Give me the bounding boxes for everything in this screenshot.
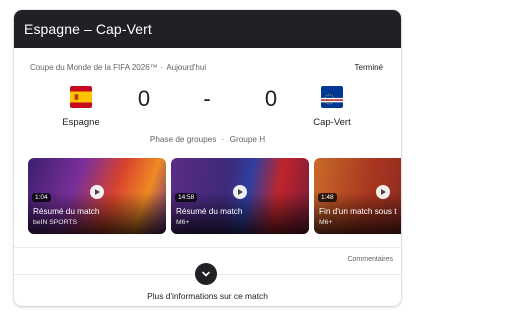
video-title: Résumé du match [176, 207, 243, 216]
match-round: Phase de groupes · Groupe H [14, 135, 401, 144]
video-source: M6+ [176, 219, 190, 226]
home-team-name: Espagne [62, 117, 100, 128]
play-icon [376, 185, 390, 199]
spain-flag-icon [70, 86, 92, 108]
play-icon [233, 185, 247, 199]
video-carousel: 1:04 Résumé du match beIN SPORTS 14:58 R… [28, 158, 401, 236]
round-separator: · [221, 135, 225, 144]
comments-link[interactable]: Commentaires [347, 256, 393, 263]
match-header[interactable]: Espagne – Cap-Vert [14, 10, 401, 48]
match-title: Espagne – Cap-Vert [24, 21, 152, 37]
match-date: Aujourd'hui [166, 63, 207, 72]
match-card: Espagne – Cap-Vert Coupe du Monde de la … [14, 10, 401, 306]
meta-separator: · [160, 63, 164, 72]
away-team-name: Cap-Vert [313, 117, 351, 128]
match-status: Terminé [354, 63, 383, 72]
video-title: Résumé du match [33, 207, 100, 216]
score-separator: - [203, 86, 211, 111]
chevron-down-icon [202, 271, 210, 277]
video-card[interactable]: 1:48 Fin d'un match sous t M6+ [314, 158, 401, 234]
video-duration: 14:58 [175, 193, 198, 202]
away-team[interactable]: Cap-Vert [302, 86, 362, 128]
video-duration: 1:04 [32, 193, 51, 202]
video-source: M6+ [319, 219, 333, 226]
away-score: 0 [264, 86, 278, 111]
match-meta: Coupe du Monde de la FIFA 2026™ · Aujour… [30, 63, 383, 72]
stage-label: Phase de groupes [149, 135, 217, 144]
home-score: 0 [137, 86, 151, 111]
expand-button[interactable] [195, 263, 217, 285]
group-label[interactable]: Groupe H [230, 135, 266, 144]
video-source: beIN SPORTS [33, 219, 78, 226]
home-team[interactable]: Espagne [51, 86, 111, 128]
video-title: Fin d'un match sous t [319, 207, 397, 216]
play-icon [90, 185, 104, 199]
video-card[interactable]: 14:58 Résumé du match M6+ [171, 158, 309, 234]
video-duration: 1:48 [318, 193, 337, 202]
video-card[interactable]: 1:04 Résumé du match beIN SPORTS [28, 158, 166, 234]
cape-verde-flag-icon [321, 86, 343, 108]
more-info-link[interactable]: Plus d'informations sur ce match [14, 291, 401, 301]
divider [14, 247, 401, 248]
competition-label[interactable]: Coupe du Monde de la FIFA 2026™ [30, 63, 158, 72]
